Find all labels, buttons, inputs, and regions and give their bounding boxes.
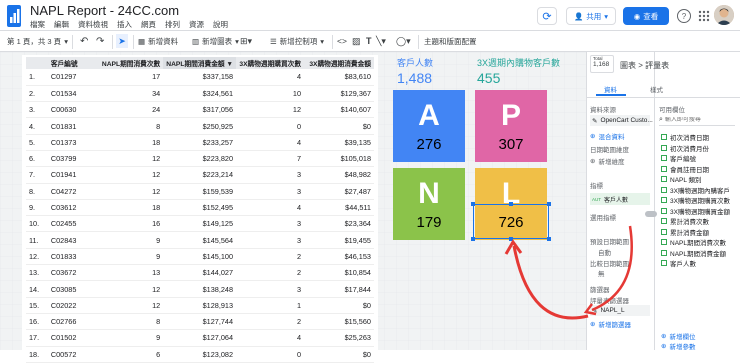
annotation-arrows (504, 225, 633, 320)
